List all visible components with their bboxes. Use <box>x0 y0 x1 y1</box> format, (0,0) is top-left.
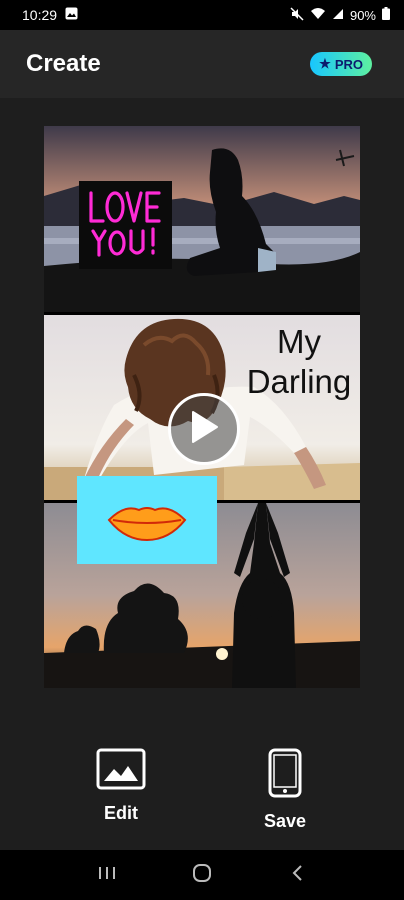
status-time: 10:29 <box>22 7 58 23</box>
page-title: Create <box>26 50 101 77</box>
battery-icon <box>382 7 390 23</box>
play-icon <box>189 410 219 449</box>
status-right: 90% <box>290 6 390 24</box>
home-icon <box>192 863 212 888</box>
darling-line-2: Darling <box>246 363 352 400</box>
star-icon: ★ <box>319 56 331 71</box>
signal-icon <box>332 8 344 23</box>
my-darling-text-sticker[interactable]: My Darling <box>236 322 360 402</box>
app-header: Create ★ PRO <box>0 30 404 98</box>
system-nav-bar <box>0 850 404 900</box>
pro-label: PRO <box>334 56 363 72</box>
love-you-sticker[interactable] <box>79 181 172 269</box>
back-icon <box>291 864 303 887</box>
mute-icon <box>290 6 304 24</box>
bottom-actions: Edit Save <box>0 748 404 838</box>
back-button[interactable] <box>272 855 322 895</box>
battery-percent: 90% <box>349 7 376 23</box>
edit-button[interactable]: Edit <box>76 748 166 824</box>
collage-preview[interactable]: My Darling <box>44 126 360 688</box>
home-button[interactable] <box>177 855 227 895</box>
save-button[interactable]: Save <box>240 748 330 832</box>
recents-button[interactable] <box>82 855 132 895</box>
pro-button[interactable]: ★ PRO <box>310 52 372 76</box>
content-area: My Darling Edit Save <box>0 98 404 850</box>
lips-sticker[interactable] <box>77 476 217 564</box>
wifi-icon <box>310 7 326 23</box>
save-label: Save <box>263 811 307 831</box>
edit-label: Edit <box>104 803 138 823</box>
image-icon <box>96 748 146 795</box>
status-bar: 10:29 90% <box>0 0 404 30</box>
darling-line-1: My <box>277 323 321 360</box>
play-button[interactable] <box>168 393 240 465</box>
gallery-icon <box>65 7 78 23</box>
recents-icon <box>98 866 116 885</box>
status-left: 10:29 <box>22 7 78 23</box>
phone-icon <box>268 748 302 803</box>
